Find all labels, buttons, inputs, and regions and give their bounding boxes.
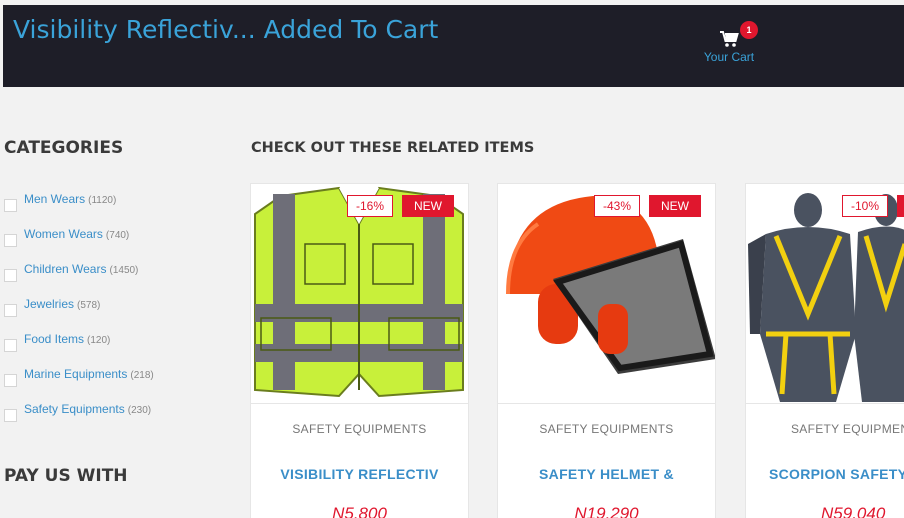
category-count: (740): [105, 230, 130, 241]
category-item-children-wears[interactable]: Children Wears (1450): [4, 262, 234, 297]
discount-badge: -10%: [842, 195, 889, 217]
product-price: N19,290: [574, 504, 639, 518]
discount-badge: -16%: [347, 195, 394, 217]
category-item-safety-equipments[interactable]: Safety Equipments (230): [4, 402, 234, 437]
added-to-cart-title: Visibility Reflectiv... Added To Cart: [13, 15, 439, 44]
category-count: (578): [77, 300, 101, 311]
card-divider: [746, 403, 904, 404]
category-label[interactable]: Children Wears: [24, 262, 106, 276]
category-checkbox[interactable]: [4, 234, 17, 247]
category-checkbox[interactable]: [4, 339, 17, 352]
category-label[interactable]: Women Wears: [24, 227, 103, 241]
product-card[interactable]: -16% NEW SAFETY EQUIPMENTS VISIBILITY RE…: [250, 183, 469, 518]
new-badge: NEW: [649, 195, 701, 217]
cart-button[interactable]: 1 Your Cart: [697, 21, 761, 64]
category-label[interactable]: Food Items: [24, 332, 84, 346]
card-divider: [251, 403, 468, 404]
product-name[interactable]: VISIBILITY REFLECTIV: [251, 466, 468, 482]
category-label[interactable]: Jewelries: [24, 297, 74, 311]
category-count: (1120): [88, 195, 117, 206]
category-item-jewelries[interactable]: Jewelries (578): [4, 297, 234, 332]
category-checkbox[interactable]: [4, 409, 17, 422]
category-checkbox[interactable]: [4, 269, 17, 282]
product-name[interactable]: SCORPION SAFETY H: [769, 466, 904, 482]
cart-count-badge: 1: [740, 21, 758, 39]
category-count: (120): [87, 335, 111, 346]
category-list: Men Wears (1120) Women Wears (740) Childre…: [4, 192, 234, 437]
category-item-marine-equipments[interactable]: Marine Equipments (218): [4, 367, 234, 402]
product-price: N5,800: [332, 504, 387, 518]
discount-badge: -43%: [594, 195, 641, 217]
category-checkbox[interactable]: [4, 304, 17, 317]
category-count: (230): [127, 405, 152, 416]
cart-label[interactable]: Your Cart: [697, 50, 761, 64]
shopping-cart-icon: [720, 31, 739, 47]
related-items-heading: CHECK OUT THESE RELATED ITEMS: [251, 140, 535, 156]
new-badge: NEW: [402, 195, 454, 217]
category-label[interactable]: Men Wears: [24, 192, 85, 206]
product-card[interactable]: -10% SAFETY EQUIPMEN SCORPION SAFETY H N…: [745, 183, 904, 518]
card-divider: [498, 403, 715, 404]
product-card[interactable]: -43% NEW SAFETY EQUIPMENTS SAFETY HELMET…: [497, 183, 716, 518]
category-count: (1450): [109, 265, 139, 276]
top-banner: Visibility Reflectiv... Added To Cart 1 …: [3, 5, 904, 87]
category-checkbox[interactable]: [4, 374, 17, 387]
product-price: N59,040: [821, 504, 886, 518]
category-label[interactable]: Marine Equipments: [24, 367, 127, 381]
product-category: SAFETY EQUIPMENTS: [292, 422, 427, 436]
product-category: SAFETY EQUIPMENTS: [539, 422, 674, 436]
category-item-men-wears[interactable]: Men Wears (1120): [4, 192, 234, 227]
category-item-food-items[interactable]: Food Items (120): [4, 332, 234, 367]
product-category: SAFETY EQUIPMEN: [791, 422, 904, 436]
new-badge: [897, 195, 904, 217]
product-name[interactable]: SAFETY HELMET &: [498, 466, 715, 482]
category-count: (218): [130, 370, 154, 381]
pay-us-with-heading: PAY US WITH: [4, 466, 128, 486]
category-checkbox[interactable]: [4, 199, 17, 212]
categories-heading: CATEGORIES: [4, 138, 124, 158]
category-label[interactable]: Safety Equipments: [24, 402, 125, 416]
category-item-women-wears[interactable]: Women Wears (740): [4, 227, 234, 262]
sidebar: CATEGORIES Men Wears (1120) Women Wears (7…: [4, 138, 234, 486]
